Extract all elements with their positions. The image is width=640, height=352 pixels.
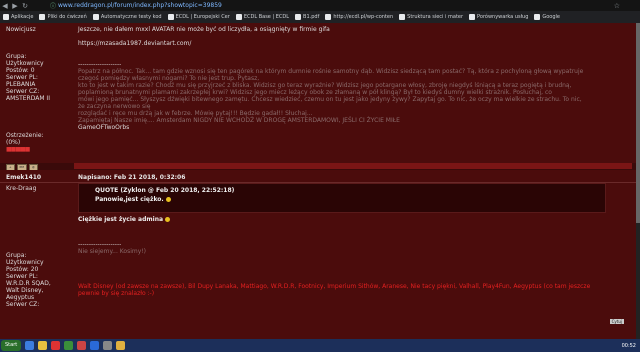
folder-icon[interactable] [38,341,48,350]
warning-bar: ■■■■■ [6,146,30,153]
post-body: Jeszcze, nie dałem mxxl AVATAR nie może … [78,26,630,131]
post-author[interactable]: Emek1410 [6,174,41,181]
group-label: Grupa: [6,53,27,60]
bookmark[interactable]: Pliki do ćwiczeń [39,14,87,20]
bookmark[interactable]: B1.pdf [295,14,319,20]
bookmark-icon [92,14,99,20]
bookmark-icon [167,14,174,20]
reply-line: Ciężkie jest życie admina [78,216,618,223]
address-bar: ◀ ▶ ↻ ⓘ www.reddragon.pl/forum/index.php… [0,0,640,11]
quote-box: QUOTE (Zyklon @ Feb 20 2018, 22:52:18) P… [78,183,606,213]
server-label: Serwer PL: [6,74,38,81]
bookmark-icon [235,14,242,20]
posts-count: Postów: 20 [6,266,39,273]
bookmark[interactable]: http://ecdl.pl/wp-conten [325,14,393,20]
app-icon[interactable] [116,341,126,350]
quote-title: QUOTE (Zyklon @ Feb 20 2018, 22:52:18) [95,187,235,194]
clock: 00:52 [621,342,636,349]
post-actions-bar [74,163,632,169]
taskbar: Start 00:52 [0,339,640,352]
bookmark[interactable]: Aplikacje [3,14,33,20]
post-date: Napisano: Feb 21 2018, 0:32:06 [78,174,186,181]
chrome-icon[interactable] [64,341,74,350]
signature-line: Zapamiętaj Nasze imię.... Amsterdam NIGD… [78,117,400,124]
back-icon[interactable]: ◀ [0,2,10,10]
post-author-info: Nowicjusz Grupa: Użytkownicy Postów: 0 S… [6,26,50,153]
scrollbar-thumb[interactable] [636,23,640,223]
avatar [6,192,51,252]
warning-label: Ostrzeżenie: [6,132,44,139]
signature-line: GameOFTwoOrbs [78,124,130,131]
signature-separator: -------------------- [78,61,122,68]
group-label: Grupa: [6,252,27,259]
signature-line: czegoś pomiędzy własnymi nogami? To nie … [78,75,260,82]
forward-icon[interactable]: ▶ [10,2,20,10]
app-icon[interactable] [103,341,113,350]
lock-icon: ⓘ [50,3,57,10]
forum-post: Emek1410 Napisano: Feb 21 2018, 0:32:06 … [0,170,636,339]
bookmark-icon [325,14,332,20]
server-pl: Walt Disney, [6,287,44,294]
warning-value: (0%) [6,139,21,146]
star-icon[interactable]: ☆ [614,2,620,10]
post-link[interactable]: https://mzasada1987.deviantart.com/ [78,40,630,47]
server-pl: W.R.D.R SQAD, [6,280,51,287]
signature-line: mówi jego pamięć... Słyszysz dźwięki bit… [78,96,582,103]
server-pl: Aegyptus [6,294,35,301]
signature-line: Nie siejemy... Kosimy!) [78,248,147,255]
signature-line: że zaczyna nerwowo się [78,103,151,110]
posts-count: Postów: 0 [6,67,35,74]
bookmark[interactable]: ECDL | Europejski Cer [167,14,230,20]
word-icon[interactable] [90,341,100,350]
bookmark[interactable]: Automatyczne testy kod [92,14,162,20]
signature-line: poplamioną brunatnymi plamami zakrzepłej… [78,89,552,96]
media-icon[interactable] [51,341,61,350]
user-rank: Nowicjusz [6,26,36,33]
user-rank: Kre-Draag [6,185,37,192]
server-cz-label: Serwer CZ: [6,301,40,308]
bookmark-icon [39,14,46,20]
server-cz: AMSTERDAM II [6,95,50,102]
app-icon[interactable] [77,341,87,350]
signature-line: rozglądać i ręce mu drżą jak w febrze. M… [78,110,313,117]
reply-text: Ciężkie jest życie admina [78,216,164,223]
url-field[interactable]: www.reddragon.pl/forum/index.php?showtop… [58,2,222,9]
signature-line: Walt Disney (od zawsze na zawsze), Bil D… [78,283,591,297]
signature-line: kto to jest w takim razie? Chodź mu się … [78,82,572,89]
bookmark-icon [295,14,302,20]
group-value: Użytkownicy [6,60,44,67]
post-author-info: Kre-Draag Grupa: Użytkownicy Postów: 20 … [6,185,51,308]
forum-post: Nowicjusz Grupa: Użytkownicy Postów: 0 S… [0,23,636,163]
bookmark[interactable]: Porównywarka usług [469,14,528,20]
bookmark-icon [469,14,476,20]
scrollbar[interactable] [636,23,640,339]
server-cz-label: Serwer CZ: [6,88,40,95]
bookmark-icon [399,14,406,20]
apps-icon [3,14,9,20]
smiley-icon [165,197,171,202]
group-value: Użytkownicy [6,259,44,266]
bookmark[interactable]: Google [534,14,560,20]
ie-icon[interactable] [25,341,35,350]
quote-content: Panowie,jest ciężko. [95,196,171,203]
bookmark[interactable]: Struktura sieci i mater [399,14,463,20]
server-pl: PLEBANIA [6,81,36,88]
signature-line: Popatrz na północ. Tak... tam gdzie wzno… [78,68,584,75]
quote-text: Panowie,jest ciężko. [95,196,164,203]
smiley-icon [165,217,171,222]
google-icon [534,14,541,20]
quote-button[interactable]: Cytuj [609,319,624,324]
server-label: Serwer PL: [6,273,38,280]
post-line: Jeszcze, nie dałem mxxl AVATAR nie może … [78,26,330,33]
bookmark[interactable]: ECDL Base | ECDL [235,14,289,20]
bookmarks-bar: Aplikacje Pliki do ćwiczeń Automatyczne … [0,11,640,23]
signature-separator: -------------------- [78,241,122,248]
forum-content: Nowicjusz Grupa: Użytkownicy Postów: 0 S… [0,23,640,339]
reload-icon[interactable]: ↻ [20,2,30,10]
start-button[interactable]: Start [1,340,22,351]
